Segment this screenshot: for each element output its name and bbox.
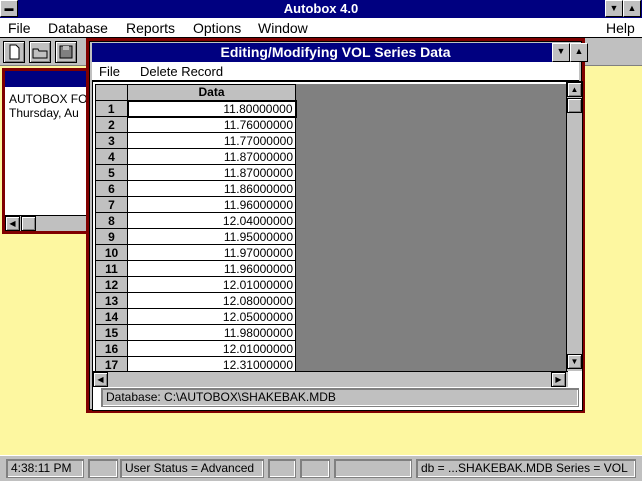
menu-file[interactable]: File [8,19,31,37]
row-number[interactable]: 8 [95,212,128,229]
table-row[interactable]: 6 11.86000000 [95,180,296,197]
data-cell[interactable]: 11.77000000 [127,132,296,149]
row-number[interactable]: 13 [95,292,128,309]
editing-window-title: Editing/Modifying VOL Series Data [220,44,451,60]
row-number[interactable]: 11 [95,260,128,277]
table-row[interactable]: 4 11.87000000 [95,148,296,165]
status-db-series: db = ...SHAKEBAK.MDB Series = VOL [416,459,636,478]
editor-menubar: File Delete Record [92,62,579,81]
data-cell[interactable]: 12.08000000 [127,292,296,309]
row-number[interactable]: 7 [95,196,128,213]
scroll-up-arrow-icon[interactable]: ▲ [567,82,582,97]
open-folder-icon[interactable] [29,41,51,63]
status-empty-panel [334,459,412,478]
menu-options[interactable]: Options [193,19,241,37]
bg-scroll-thumb[interactable] [21,216,36,231]
data-cell[interactable]: 12.01000000 [127,276,296,293]
vertical-scroll-thumb[interactable] [567,98,582,113]
status-empty-panel [88,459,118,478]
bg-window-line2: Thursday, Au [9,106,79,120]
data-cell[interactable]: 11.87000000 [127,164,296,181]
scroll-left-arrow-icon[interactable]: ◀ [93,372,108,387]
menu-database[interactable]: Database [48,19,108,37]
table-row[interactable]: 9 11.95000000 [95,228,296,245]
table-row[interactable]: 16 12.01000000 [95,340,296,357]
scroll-down-arrow-icon[interactable]: ▼ [567,354,582,369]
table-row[interactable]: 5 11.87000000 [95,164,296,181]
scroll-right-arrow-icon[interactable]: ▶ [551,372,566,387]
row-number[interactable]: 3 [95,132,128,149]
row-number[interactable]: 9 [95,228,128,245]
bg-window-horizontal-scrollbar[interactable]: ◀ [5,215,89,231]
status-empty-panel [300,459,330,478]
data-grid-area: Data 1 11.80000000 2 11.76000000 3 11.77… [92,81,583,411]
row-number[interactable]: 16 [95,340,128,357]
bg-window-line1: AUTOBOX FO [9,92,88,106]
data-cell[interactable]: 12.05000000 [127,308,296,325]
data-cell[interactable]: 12.04000000 [127,212,296,229]
table-row[interactable]: 10 11.97000000 [95,244,296,261]
minimize-icon[interactable]: ▼ [605,0,623,17]
menu-window[interactable]: Window [258,19,308,37]
table-row[interactable]: 14 12.05000000 [95,308,296,325]
background-report-window[interactable]: AUTOBOX FO Thursday, Au ◀ [2,68,92,234]
app-title-bar: Autobox 4.0 [0,0,642,18]
row-number[interactable]: 6 [95,180,128,197]
row-number[interactable]: 10 [95,244,128,261]
row-number[interactable]: 1 [95,100,128,117]
editor-menu-delete-record[interactable]: Delete Record [140,63,223,81]
editor-menu-file[interactable]: File [99,63,120,81]
maximize-icon[interactable]: ▲ [623,0,641,17]
data-cell[interactable]: 11.76000000 [127,116,296,133]
editor-minimize-icon[interactable]: ▼ [552,43,570,62]
table-row[interactable]: 13 12.08000000 [95,292,296,309]
grid-horizontal-scrollbar[interactable]: ◀ ▶ [93,371,568,387]
database-path-field: Database: C:\AUTOBOX\SHAKEBAK.MDB [101,388,579,407]
status-bar: 4:38:11 PM User Status = Advanced db = .… [0,455,642,481]
grid-vertical-scrollbar[interactable]: ▲ ▼ [566,82,582,371]
menu-reports[interactable]: Reports [126,19,175,37]
editor-maximize-icon[interactable]: ▲ [570,43,588,62]
data-cell[interactable]: 11.95000000 [127,228,296,245]
row-number[interactable]: 15 [95,324,128,341]
app-title: Autobox 4.0 [283,1,359,16]
data-grid: Data 1 11.80000000 2 11.76000000 3 11.77… [95,84,297,373]
database-path-text: Database: C:\AUTOBOX\SHAKEBAK.MDB [106,390,336,404]
row-number[interactable]: 2 [95,116,128,133]
table-row[interactable]: 1 11.80000000 [95,99,297,118]
column-header-data[interactable]: Data [127,84,296,101]
table-row[interactable]: 8 12.04000000 [95,212,296,229]
table-row[interactable]: 12 12.01000000 [95,276,296,293]
scroll-left-arrow-icon[interactable]: ◀ [5,216,20,231]
data-cell[interactable]: 11.86000000 [127,180,296,197]
status-empty-panel [268,459,296,478]
row-number[interactable]: 12 [95,276,128,293]
app-menubar: File Database Reports Options Window Hel… [0,18,642,38]
table-row[interactable]: 15 11.98000000 [95,324,296,341]
row-number[interactable]: 5 [95,164,128,181]
table-row[interactable]: 7 11.96000000 [95,196,296,213]
data-cell[interactable]: 12.01000000 [127,340,296,357]
table-row[interactable]: 2 11.76000000 [95,116,296,133]
data-cell[interactable]: 11.98000000 [127,324,296,341]
data-cell[interactable]: 11.80000000 [126,99,297,118]
data-cell[interactable]: 11.96000000 [127,196,296,213]
new-file-icon[interactable] [3,41,25,63]
editing-window-title-bar: Editing/Modifying VOL Series Data [92,43,579,62]
status-user: User Status = Advanced [120,459,264,478]
table-row[interactable]: 3 11.77000000 [95,132,296,149]
save-disk-icon[interactable] [55,41,77,63]
grid-corner[interactable] [95,84,128,101]
status-time: 4:38:11 PM [6,459,84,478]
data-cell[interactable]: 11.97000000 [127,244,296,261]
table-row[interactable]: 11 11.96000000 [95,260,296,277]
editing-window: Editing/Modifying VOL Series Data ▼ ▲ Fi… [86,38,588,413]
system-menu-icon[interactable]: ▬ [0,0,18,17]
row-number[interactable]: 4 [95,148,128,165]
row-number[interactable]: 14 [95,308,128,325]
data-cell[interactable]: 11.87000000 [127,148,296,165]
background-window-title-bar [5,71,89,87]
menu-help[interactable]: Help [606,19,635,37]
data-cell[interactable]: 11.96000000 [127,260,296,277]
